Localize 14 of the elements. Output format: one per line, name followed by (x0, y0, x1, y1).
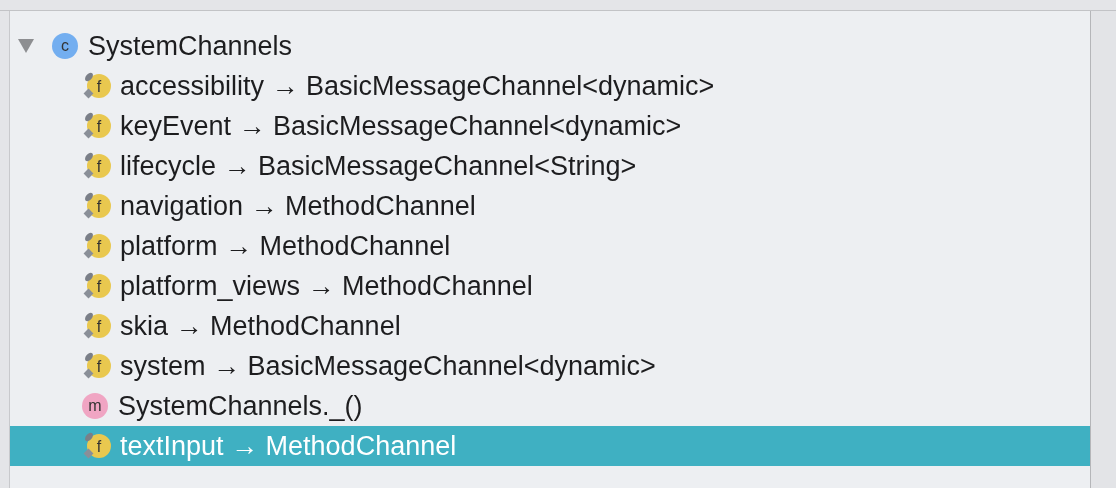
tree-item[interactable]: f platform_views → MethodChannel (10, 266, 1090, 306)
tree-item[interactable]: f platform → MethodChannel (10, 226, 1090, 266)
tree-item[interactable]: c SystemChannels (10, 26, 1090, 66)
tree-item[interactable]: f accessibility → BasicMessageChannel<dynamic> (10, 66, 1090, 106)
tree-item[interactable]: f navigation → MethodChannel (10, 186, 1090, 226)
tree-item[interactable]: f keyEvent → BasicMessageChannel<dynamic> (10, 106, 1090, 146)
tree-item[interactable]: f textInput → MethodChannel (10, 426, 1090, 466)
tree-item[interactable]: f lifecycle → BasicMessageChannel<String> (10, 146, 1090, 186)
expand-arrow-icon[interactable] (18, 39, 34, 53)
tree-item[interactable]: f skia → MethodChannel (10, 306, 1090, 346)
method-icon: m (82, 393, 108, 419)
class-icon: c (52, 33, 78, 59)
tree-item[interactable]: m SystemChannels._() (10, 386, 1090, 426)
tree-item[interactable]: f system → BasicMessageChannel<dynamic> (10, 346, 1090, 386)
